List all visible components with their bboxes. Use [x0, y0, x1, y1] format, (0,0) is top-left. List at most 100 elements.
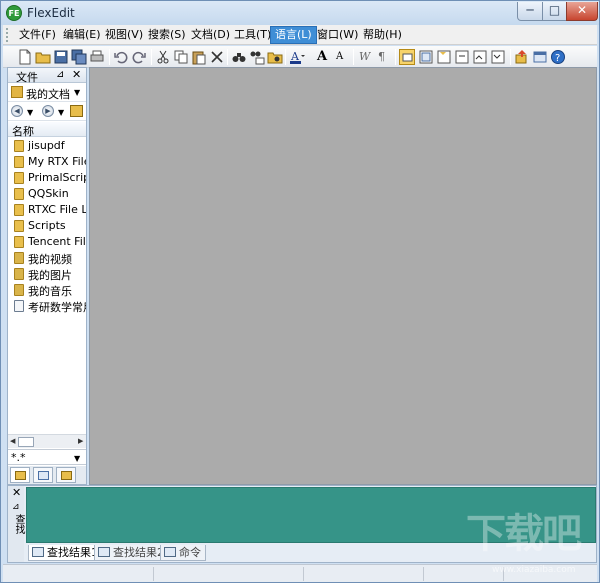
window-layout-2-icon[interactable]: [418, 49, 434, 65]
font-color-icon[interactable]: A: [289, 49, 305, 65]
open-folder-icon[interactable]: [35, 49, 51, 65]
list-item[interactable]: jisupdf: [8, 138, 86, 154]
maximize-button[interactable]: □: [542, 2, 567, 21]
help-icon[interactable]: ?: [550, 49, 566, 65]
window-layout-6-icon[interactable]: [490, 49, 506, 65]
pin-icon[interactable]: ⊿: [12, 502, 20, 512]
list-item[interactable]: QQSkin: [8, 186, 86, 202]
back-icon[interactable]: ◀: [11, 105, 23, 117]
chevron-down-icon: ▼: [74, 454, 81, 463]
menu-file[interactable]: 文件(F): [15, 26, 60, 44]
output-panel-close-icon[interactable]: ✕: [12, 486, 21, 499]
command-icon: [164, 547, 176, 557]
paste-icon[interactable]: [191, 49, 207, 65]
menu-language[interactable]: 语言(L): [270, 26, 317, 44]
undo-icon[interactable]: [113, 49, 129, 65]
main-toolbar: A A A W ¶ ?: [3, 46, 597, 68]
window-layout-3-icon[interactable]: [436, 49, 452, 65]
name-column-header[interactable]: 名称: [8, 122, 86, 138]
window-icon[interactable]: [532, 49, 548, 65]
up-folder-icon[interactable]: [70, 105, 83, 117]
title-bar[interactable]: FE FlexEdit ─ □ ✕: [1, 1, 599, 25]
window-layout-5-icon[interactable]: [472, 49, 488, 65]
tab-find-results-2[interactable]: 查找结果2: [94, 545, 169, 561]
folder-icon: [14, 204, 24, 216]
tab-file-explorer[interactable]: [10, 467, 30, 483]
save-all-icon[interactable]: [71, 49, 87, 65]
replace-icon[interactable]: [249, 49, 265, 65]
scrollbar-thumb[interactable]: [18, 437, 34, 447]
minimize-button[interactable]: ─: [517, 2, 543, 21]
output-panel-title: 查找: [13, 514, 24, 534]
close-button[interactable]: ✕: [566, 2, 598, 21]
menu-tools[interactable]: 工具(T): [230, 26, 275, 44]
menu-view[interactable]: 视图(V): [101, 26, 147, 44]
editor-area[interactable]: [89, 67, 597, 485]
tab-projects[interactable]: [56, 467, 76, 483]
output-panel-sidebar: ✕ ⊿ 查找: [8, 486, 24, 562]
list-item-label: 我的音乐: [28, 285, 72, 298]
menu-grip-handle[interactable]: [6, 28, 9, 42]
cut-icon[interactable]: [155, 49, 171, 65]
export-icon[interactable]: [514, 49, 530, 65]
file-panel-title: 文件: [16, 71, 38, 84]
list-item[interactable]: 我的音乐: [8, 282, 86, 298]
name-column-label: 名称: [12, 125, 34, 138]
folder-icon: [14, 236, 24, 248]
status-cell: [503, 567, 504, 581]
list-item-label: 我的图片: [28, 269, 72, 282]
window-layout-4-icon[interactable]: [454, 49, 470, 65]
project-icon: [61, 471, 72, 480]
list-item[interactable]: RTXC File List: [8, 202, 86, 218]
tab-open-documents[interactable]: [33, 467, 53, 483]
list-item[interactable]: 我的图片: [8, 266, 86, 282]
delete-icon[interactable]: [209, 49, 225, 65]
menu-help[interactable]: 帮助(H): [359, 26, 406, 44]
back-dropdown-icon[interactable]: ▼: [27, 108, 33, 117]
find-icon[interactable]: [231, 49, 247, 65]
tab-find-results-1[interactable]: 查找结果1: [28, 545, 103, 561]
print-icon[interactable]: [89, 49, 105, 65]
find-in-files-icon[interactable]: [267, 49, 283, 65]
menu-edit[interactable]: 编辑(E): [59, 26, 105, 44]
output-content-area[interactable]: [26, 487, 596, 543]
window-layout-1-icon[interactable]: [399, 49, 415, 65]
word-wrap-icon[interactable]: W: [359, 49, 370, 65]
tab-label: 查找结果1: [47, 546, 98, 559]
horizontal-scrollbar[interactable]: ◀ ▶: [8, 434, 86, 448]
redo-icon[interactable]: [131, 49, 147, 65]
menu-window[interactable]: 窗口(W): [313, 26, 362, 44]
toolbar-separator: [227, 49, 228, 65]
font-increase-icon[interactable]: A: [317, 49, 327, 65]
file-panel-close-icon[interactable]: ✕: [72, 68, 81, 81]
toolbar-separator: [285, 49, 286, 65]
list-item[interactable]: Scripts: [8, 218, 86, 234]
document-list-icon: [38, 471, 49, 480]
list-item[interactable]: PrimalScript: [8, 170, 86, 186]
scroll-left-icon[interactable]: ◀: [10, 437, 15, 445]
save-icon[interactable]: [53, 49, 69, 65]
tab-label: 命令: [179, 546, 201, 559]
tab-command[interactable]: 命令: [160, 545, 206, 561]
paragraph-mark-icon[interactable]: ¶: [378, 49, 385, 65]
menu-search[interactable]: 搜索(S): [144, 26, 190, 44]
app-window: FE FlexEdit ─ □ ✕ 文件(F) 编辑(E) 视图(V) 搜索(S…: [0, 0, 600, 583]
new-file-icon[interactable]: [17, 49, 33, 65]
forward-icon[interactable]: ▶: [42, 105, 54, 117]
list-item[interactable]: My RTX Files: [8, 154, 86, 170]
list-item[interactable]: 考研数学常用公式: [8, 298, 86, 314]
pin-icon[interactable]: ⊿: [56, 69, 64, 80]
list-item-label: 我的视频: [28, 253, 72, 266]
current-folder-label: 我的文档: [26, 88, 70, 101]
font-decrease-icon[interactable]: A: [336, 49, 343, 65]
scroll-right-icon[interactable]: ▶: [78, 437, 83, 445]
list-item-label: Tencent Files: [28, 235, 86, 248]
list-item[interactable]: 我的视频: [8, 250, 86, 266]
list-item[interactable]: Tencent Files: [8, 234, 86, 250]
file-panel-tabs: [8, 466, 86, 484]
copy-icon[interactable]: [173, 49, 189, 65]
menu-document[interactable]: 文档(D): [187, 26, 234, 44]
forward-dropdown-icon[interactable]: ▼: [58, 108, 64, 117]
current-folder-dropdown[interactable]: 我的文档 ▼: [8, 84, 86, 102]
file-filter-dropdown[interactable]: *.* ▼: [8, 449, 86, 465]
